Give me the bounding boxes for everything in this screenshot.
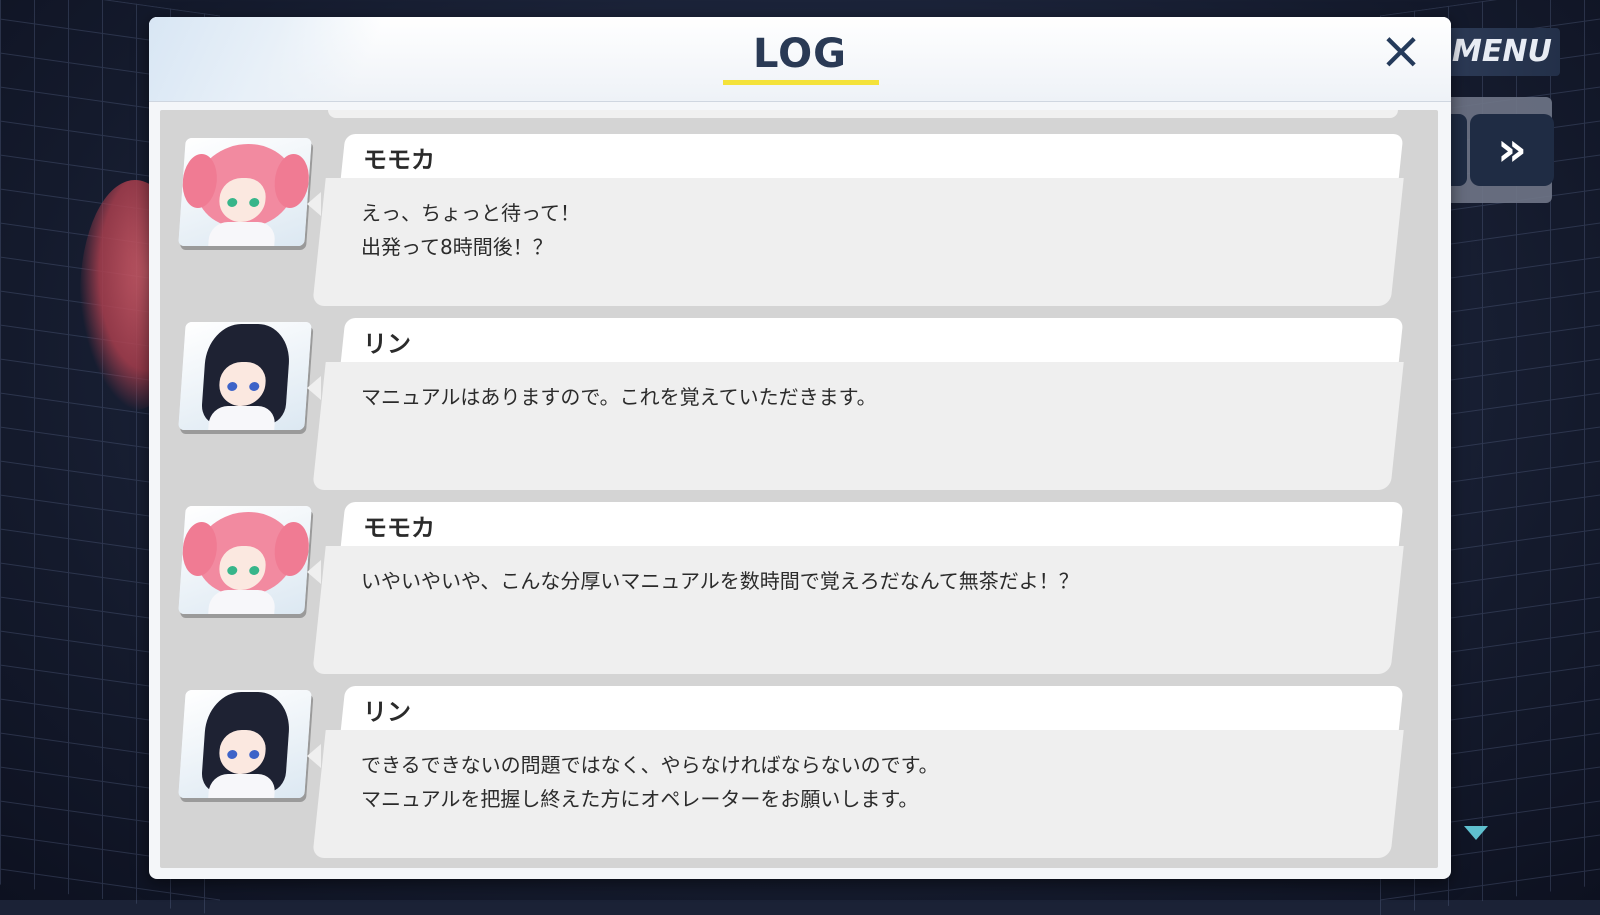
- message-bubble: モモカ えっ、ちょっと待って！ 出発って8時間後！？: [307, 134, 1404, 308]
- log-entry: モモカ いやいやいや、こんな分厚いマニュアルを数時間で覚えろだなんて無茶だよ！？: [160, 502, 1438, 678]
- close-icon: ×: [1379, 21, 1423, 81]
- title-underline: [723, 80, 879, 85]
- rin-avatar: [178, 690, 312, 798]
- message-bubble: リン できるできないの問題ではなく、やらなければならないのです。 マニュアルを把…: [307, 686, 1404, 860]
- speaker-name: モモカ: [363, 146, 435, 174]
- fast-forward-button[interactable]: »: [1470, 114, 1554, 186]
- log-title: LOG: [753, 31, 847, 77]
- log-entry: モモカ えっ、ちょっと待って！ 出発って8時間後！？: [160, 134, 1438, 310]
- previous-entry-edge: [328, 110, 1398, 118]
- message-text: できるできないの問題ではなく、やらなければならないのです。 マニュアルを把握し終…: [361, 753, 939, 811]
- momoka-avatar: [178, 138, 312, 246]
- message-text: マニュアルはありますので。これを覚えていただきます。: [361, 385, 877, 409]
- message-bubble: リン マニュアルはありますので。これを覚えていただきます。: [307, 318, 1404, 492]
- message-text: いやいやいや、こんな分厚いマニュアルを数時間で覚えろだなんて無茶だよ！？: [361, 569, 1079, 593]
- menu-button[interactable]: MENU: [1440, 28, 1560, 76]
- log-entry: リン マニュアルはありますので。これを覚えていただきます。: [160, 318, 1438, 494]
- rin-avatar: [178, 322, 312, 430]
- log-header: LOG ×: [149, 17, 1451, 102]
- message-bubble: モモカ いやいやいや、こんな分厚いマニュアルを数時間で覚えろだなんて無茶だよ！？: [307, 502, 1404, 676]
- speaker-name: モモカ: [363, 514, 435, 542]
- log-scroll-area[interactable]: モモカ えっ、ちょっと待って！ 出発って8時間後！？ リン マニュアルはあります…: [160, 110, 1438, 868]
- speaker-name: リン: [363, 330, 411, 358]
- fast-forward-icon: »: [1497, 122, 1527, 176]
- speaker-name: リン: [363, 698, 411, 726]
- close-button[interactable]: ×: [1377, 25, 1425, 77]
- log-dialog: LOG × モモカ えっ、ちょっと待って！ 出発って8時間後！？ リン マニュア…: [149, 17, 1451, 879]
- momoka-avatar: [178, 506, 312, 614]
- scroll-down-icon[interactable]: [1464, 826, 1488, 840]
- message-text: えっ、ちょっと待って！ 出発って8時間後！？: [361, 201, 580, 259]
- log-entry: リン できるできないの問題ではなく、やらなければならないのです。 マニュアルを把…: [160, 686, 1438, 862]
